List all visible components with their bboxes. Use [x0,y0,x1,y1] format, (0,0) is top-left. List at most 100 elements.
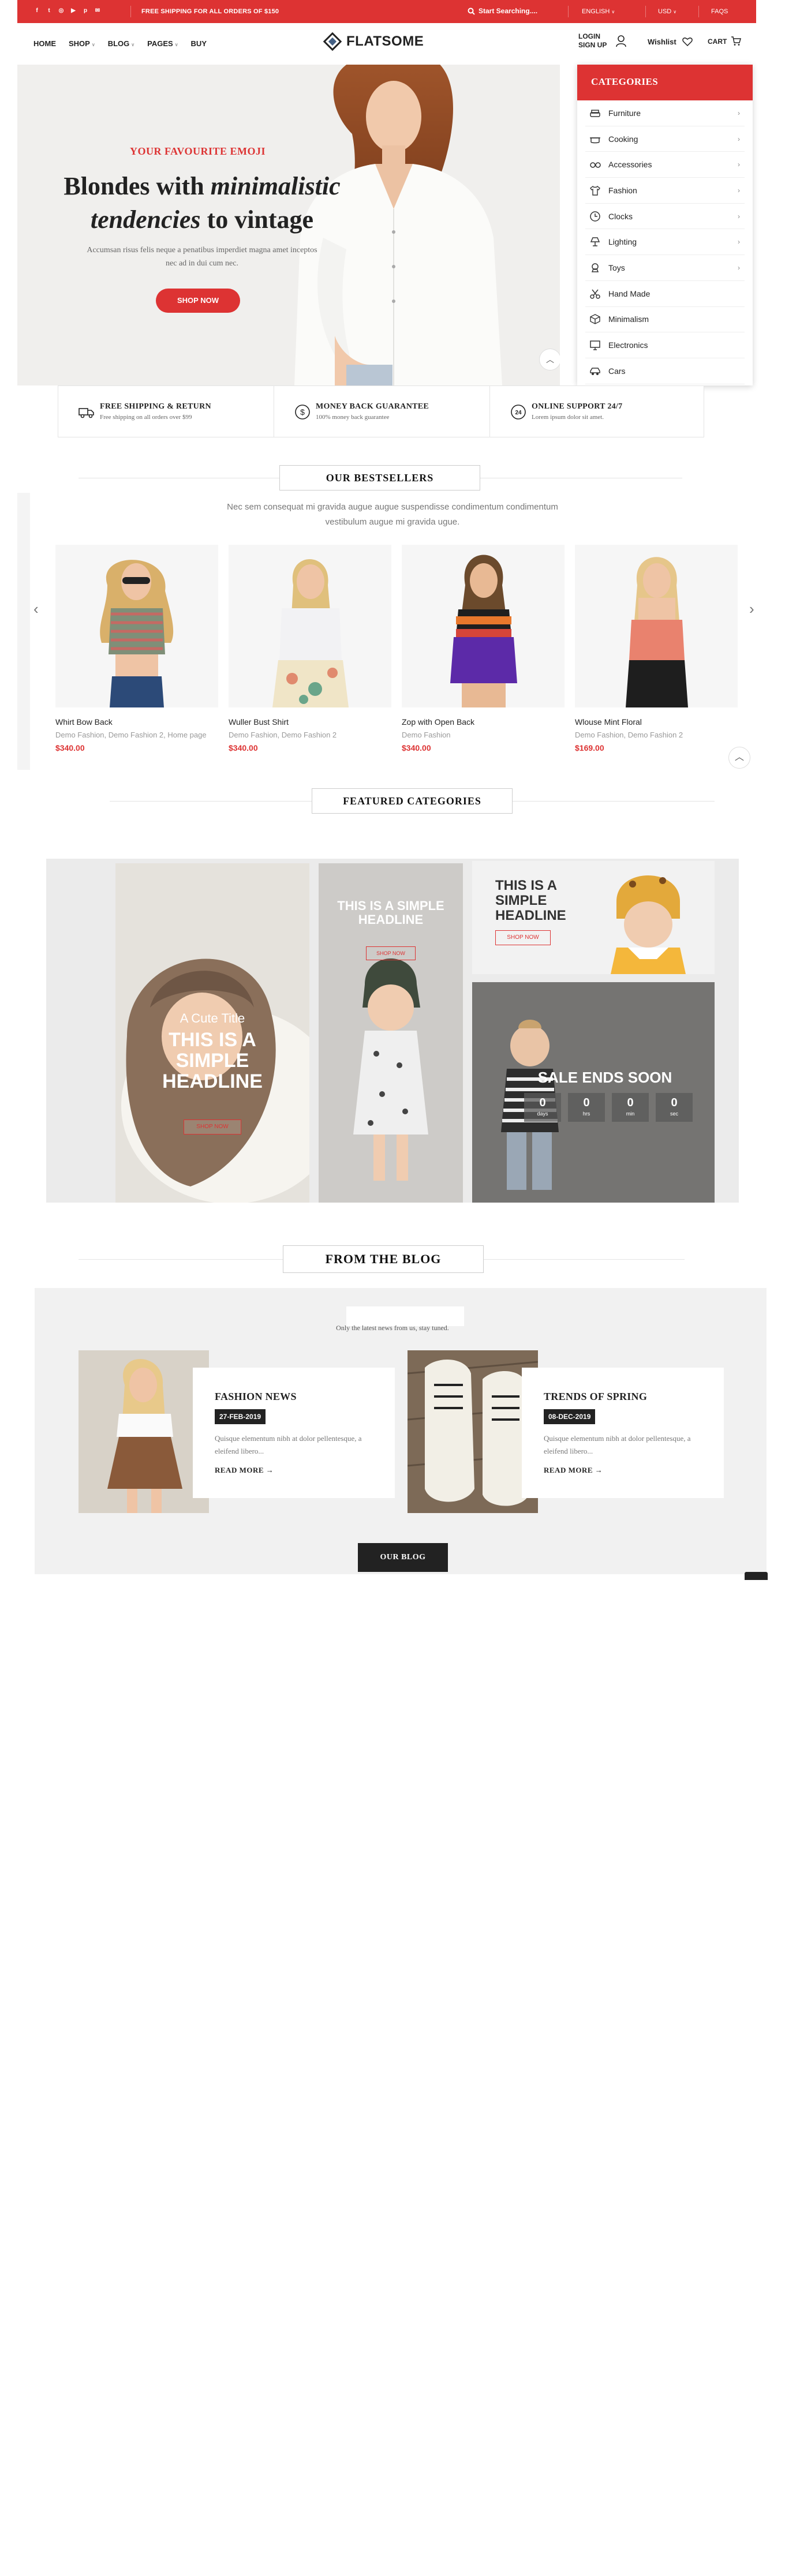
car-icon [590,367,600,375]
hero-shop-now-button[interactable]: SHOP NOW [156,289,240,313]
category-label: Toys [608,263,625,272]
product-image[interactable] [402,545,565,707]
product-name[interactable]: Zop with Open Back [402,717,565,727]
product-image[interactable] [55,545,218,707]
heart-icon[interactable] [682,37,693,46]
read-more-link[interactable]: READ MORE → [215,1466,274,1475]
category-item-hand-made[interactable]: Hand Made [585,281,745,307]
youtube-icon[interactable]: ▶ [70,8,77,14]
cart-link[interactable]: CART [708,38,727,46]
faqs-link[interactable]: FAQS [711,8,728,15]
product-card[interactable]: Whirt Bow Back Demo Fashion, Demo Fashio… [55,545,218,752]
category-label: Hand Made [608,289,651,298]
product-card[interactable]: Zop with Open Back Demo Fashion $340.00 [402,545,565,752]
twitter-icon[interactable]: t [46,8,53,14]
cart-icon[interactable] [731,36,741,46]
chevron-left-icon[interactable]: ‹ [33,600,39,618]
category-label: Furniture [608,108,641,118]
post-card: FASHION NEWS 27-FEB-2019 Quisque element… [193,1368,395,1498]
instagram-icon[interactable]: ◎ [58,8,65,14]
arrow-right-icon: → [266,1466,274,1474]
support-24-icon: 24 [511,405,526,420]
chevron-up-icon[interactable]: ︿ [728,747,750,769]
top-bar: f t ◎ ▶ p ✉ FREE SHIPPING FOR ALL ORDERS… [17,0,756,23]
card-headline: THIS IS A SIMPLE HEADLINE [162,1029,263,1092]
post-excerpt: Quisque elementum nibh at dolor pellente… [215,1434,362,1455]
featured-card-cute[interactable]: A Cute Title THIS IS A SIMPLE HEADLINE S… [115,863,309,1203]
wishlist-link[interactable]: Wishlist [648,38,676,46]
nav-home[interactable]: HOME [33,39,56,48]
card-headline: THIS IS A SIMPLE HEADLINE [337,898,444,927]
card-shop-now-button[interactable]: SHOP NOW [366,946,416,960]
product-card[interactable]: Wlouse Mint Floral Demo Fashion, Demo Fa… [575,545,738,752]
hero-title: Blondes with minimalistic tendencies to v… [63,172,341,234]
clock-icon [590,211,600,222]
product-price: $169.00 [575,743,604,752]
chevron-down-icon: ∨ [131,42,135,47]
read-more-link[interactable]: READ MORE → [544,1466,603,1475]
post-title[interactable]: TRENDS OF SPRING [544,1391,647,1403]
truck-icon [78,408,94,418]
feature-support: 24 ONLINE SUPPORT 24/7 Lorem ipsum dolor … [490,386,705,437]
category-item-clocks[interactable]: Clocks › [585,204,745,230]
countdown-unit: days [537,1111,548,1117]
post-title[interactable]: FASHION NEWS [215,1391,297,1403]
category-item-accessories[interactable]: Accessories › [585,152,745,178]
chevron-right-icon: › [738,108,740,117]
email-icon[interactable]: ✉ [94,8,101,14]
countdown-unit: min [626,1111,635,1117]
product-name[interactable]: Whirt Bow Back [55,717,218,727]
category-label: Fashion [608,185,637,195]
our-blog-button[interactable]: OUR BLOG [358,1543,448,1572]
category-item-cars[interactable]: Cars [585,358,745,384]
chevron-right-icon: › [738,212,740,220]
chevron-right-icon: › [738,186,740,194]
card-shop-now-button[interactable]: SHOP NOW [495,930,551,945]
user-icon[interactable] [615,35,627,47]
category-item-lighting[interactable]: Lighting › [585,229,745,256]
card-kicker: A Cute Title [180,1011,245,1025]
featured-card-sale[interactable]: SALE ENDS SOON 0 days 0 hrs 0 min 0 sec [472,982,715,1203]
sale-title: SALE ENDS SOON [537,1069,672,1086]
category-label: Minimalism [608,314,649,324]
slider-edge [17,493,30,770]
category-label: Cooking [608,134,638,144]
language-select[interactable]: ENGLISH ∨ [582,8,615,15]
scissors-icon [590,289,600,299]
nav-buy[interactable]: BUY [191,39,207,48]
nav-blog[interactable]: BLOG ∨ [108,39,134,48]
header-search[interactable]: Start Searching.... [468,7,537,15]
category-item-fashion[interactable]: Fashion › [585,178,745,204]
chevron-right-icon[interactable]: › [749,600,754,618]
pinterest-icon[interactable]: p [82,8,89,14]
post-image-sneakers[interactable] [408,1350,538,1513]
hero-banner: YOUR FAVOURITE EMOJI Blondes with minima… [17,65,560,385]
product-image[interactable] [575,545,738,707]
currency-select[interactable]: USD ∨ [658,8,676,15]
nav-shop[interactable]: SHOP ∨ [69,39,95,48]
product-name[interactable]: Wuller Bust Shirt [229,717,391,727]
featured-card-giraffe[interactable]: THIS IS A SIMPLE HEADLINE SHOP NOW [472,861,715,974]
nav-pages[interactable]: PAGES ∨ [147,39,178,48]
post-image-fashion[interactable] [78,1350,209,1513]
category-item-electronics[interactable]: Electronics [585,332,745,358]
category-item-cooking[interactable]: Cooking › [585,126,745,152]
facebook-icon[interactable]: f [33,8,40,14]
post-date: 27-FEB-2019 [215,1409,266,1424]
hero-subtitle: Accumsan risus felis neque a penatibus i… [87,246,317,268]
account-link[interactable]: LOGIN SIGN UP [578,32,607,50]
product-card[interactable]: Wuller Bust Shirt Demo Fashion, Demo Fas… [229,545,391,752]
back-to-top-tab[interactable] [745,1572,768,1580]
category-item-minimalism[interactable]: Minimalism [585,307,745,333]
chevron-up-icon[interactable]: ︿ [539,349,560,370]
svg-text:24: 24 [515,410,522,416]
featured-card-toddler[interactable]: THIS IS A SIMPLE HEADLINE SHOP NOW [319,863,463,1203]
category-item-toys[interactable]: Toys › [585,255,745,281]
blog-subtitle: Only the latest news from us, stay tuned… [336,1324,449,1332]
product-image[interactable] [229,545,391,707]
site-logo[interactable]: FLATSOME [322,31,424,52]
product-price: $340.00 [55,743,85,752]
product-name[interactable]: Wlouse Mint Floral [575,717,738,727]
card-shop-now-button[interactable]: SHOP NOW [184,1119,241,1135]
category-item-furniture[interactable]: Furniture › [585,100,745,126]
